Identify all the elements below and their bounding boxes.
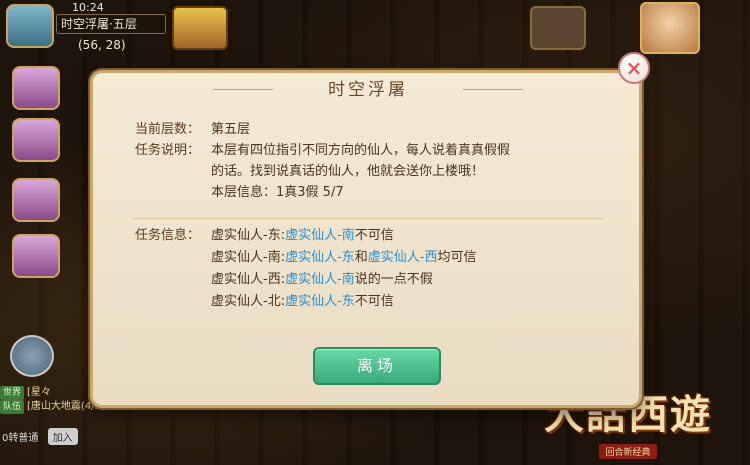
clue-text: 和 <box>354 250 368 265</box>
task-info-section: 任务信息： 虚实仙人-东:虚实仙人-南不可信 虚实仙人-南:虚实仙人-东和虚实仙人… <box>135 225 605 313</box>
clue-line: 虚实仙人-东:虚实仙人-南不可信 <box>211 225 605 247</box>
current-floor-label: 当前层数： <box>135 122 201 137</box>
clue-text: 说的一点不假 <box>354 272 433 287</box>
clue-line: 虚实仙人-西:虚实仙人-南说的一点不假 <box>211 269 605 291</box>
section-divider <box>133 218 603 219</box>
task-description-label: 任务说明： <box>135 143 201 158</box>
chat-input-row: 0转普通 加入 <box>2 428 78 445</box>
clue-text: 不可信 <box>354 228 394 243</box>
horn-icon[interactable] <box>12 118 60 162</box>
clue-npc-name: 虚实仙人-东 <box>285 250 355 265</box>
clue-text: 均可信 <box>437 250 477 265</box>
chat-bubble-icon[interactable] <box>10 335 54 377</box>
logo-subtitle: 回合新经典 <box>599 444 657 459</box>
tower-dialog: 时空浮屠 当前层数： 第五层 任务说明： 本层有四位指引不同方向的仙人，每人说着… <box>90 70 642 408</box>
event-icon[interactable] <box>12 234 60 278</box>
location-name: 时空浮屠·五层 <box>56 14 166 34</box>
clue-speaker: 虚实仙人-西: <box>211 272 286 287</box>
activity-icon[interactable] <box>530 6 586 50</box>
chat-prefix: 0转普通 <box>2 433 39 444</box>
close-icon: × <box>625 56 643 80</box>
clue-speaker: 虚实仙人-北: <box>211 294 286 309</box>
player-avatar[interactable] <box>640 2 700 54</box>
chat-channel-tag: 世界 <box>0 386 25 400</box>
chat-message: [星々 <box>27 387 51 398</box>
treasure-chest-icon[interactable] <box>172 6 228 50</box>
current-floor-value: 第五层 <box>211 122 251 137</box>
dialog-content: 当前层数： 第五层 任务说明： 本层有四位指引不同方向的仙人，每人说着真真假假 … <box>135 119 605 203</box>
clue-text: 不可信 <box>354 294 394 309</box>
clue-speaker: 虚实仙人-东: <box>211 228 286 243</box>
map-icon[interactable] <box>6 4 54 48</box>
current-floor-row: 当前层数： 第五层 <box>135 119 605 140</box>
join-button[interactable]: 加入 <box>47 428 78 445</box>
side-menu-icon[interactable] <box>12 66 60 110</box>
task-description-line: 本层有四位指引不同方向的仙人，每人说着真真假假 <box>211 143 511 158</box>
task-info-label: 任务信息： <box>135 228 201 243</box>
gift-icon[interactable] <box>12 178 60 222</box>
clue-list: 虚实仙人-东:虚实仙人-南不可信 虚实仙人-南:虚实仙人-东和虚实仙人-西均可信虚… <box>211 225 605 313</box>
clue-npc-name: 虚实仙人-西 <box>367 250 438 265</box>
dialog-title: 时空浮屠 <box>213 75 523 105</box>
task-description-row: 任务说明： 本层有四位指引不同方向的仙人，每人说着真真假假 的话。找到说真话的仙… <box>135 140 605 203</box>
clue-speaker: 虚实仙人-南: <box>211 250 286 265</box>
close-button[interactable]: × <box>618 52 650 84</box>
clue-npc-name: 虚实仙人-南 <box>285 272 355 287</box>
task-info-row: 任务信息： 虚实仙人-东:虚实仙人-南不可信 虚实仙人-南:虚实仙人-东和虚实仙人… <box>135 225 605 313</box>
clue-line: 虚实仙人-南:虚实仙人-东和虚实仙人-西均可信 <box>211 247 605 269</box>
clue-npc-name: 虚实仙人-南 <box>285 228 355 243</box>
clue-line: 虚实仙人-北:虚实仙人-东不可信 <box>211 291 605 313</box>
clue-npc-name: 虚实仙人-东 <box>285 294 355 309</box>
clock-time: 10:24 <box>72 1 104 14</box>
task-description-line: 的话。找到说真话的仙人，他就会送你上楼哦！ <box>211 164 485 179</box>
leave-button[interactable]: 离场 <box>313 347 441 385</box>
task-description-text: 本层有四位指引不同方向的仙人，每人说着真真假假 的话。找到说真话的仙人，他就会送… <box>211 140 605 203</box>
location-coords: (56, 28) <box>78 38 126 52</box>
floor-info: 本层信息：1真3假 5/7 <box>211 185 344 200</box>
chat-channel-tag: 队伍 <box>0 400 25 414</box>
